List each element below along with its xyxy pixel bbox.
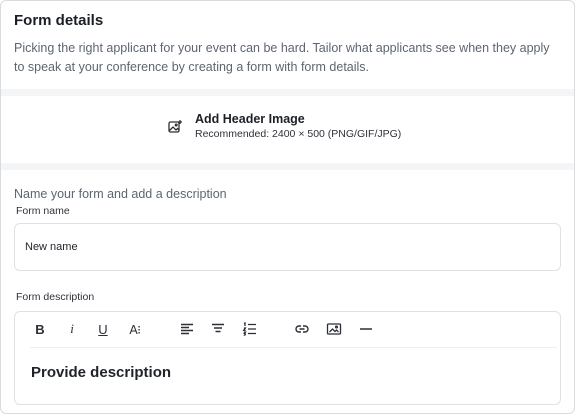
add-header-image-button[interactable]: Add Header Image Recommended: 2400 × 500… — [167, 111, 401, 141]
editor-toolbar: B i U A⁝ — [15, 312, 560, 346]
description-placeholder: Provide description — [31, 364, 172, 381]
page-subtitle: Picking the right applicant for your eve… — [14, 41, 550, 74]
toolbar-divider — [30, 347, 557, 348]
form-name-input[interactable] — [14, 223, 561, 271]
text-size-icon[interactable]: A⁝ — [126, 321, 144, 337]
link-icon[interactable] — [293, 321, 311, 337]
add-header-image-label: Add Header Image — [195, 112, 305, 126]
section-title: Name your form and add a description — [14, 187, 227, 201]
page-title: Form details — [14, 12, 104, 29]
align-center-icon[interactable] — [209, 321, 227, 337]
form-description-label: Form description — [16, 291, 95, 303]
divider-band — [1, 163, 574, 170]
form-details-panel: Form details Picking the right applicant… — [0, 0, 575, 414]
underline-icon[interactable]: U — [94, 321, 112, 337]
divider-band — [1, 89, 574, 96]
form-name-label: Form name — [16, 205, 70, 217]
ordered-list-icon[interactable] — [241, 321, 259, 337]
bold-icon[interactable]: B — [31, 321, 49, 337]
image-icon[interactable] — [325, 321, 343, 337]
form-description-editor[interactable]: B i U A⁝ Provide description — [14, 311, 561, 405]
header-image-recommendation: Recommended: 2400 × 500 (PNG/GIF/JPG) — [195, 128, 402, 140]
image-add-icon — [167, 119, 183, 135]
horizontal-rule-icon[interactable] — [357, 321, 375, 337]
italic-icon[interactable]: i — [63, 321, 81, 337]
align-left-icon[interactable] — [178, 321, 196, 337]
